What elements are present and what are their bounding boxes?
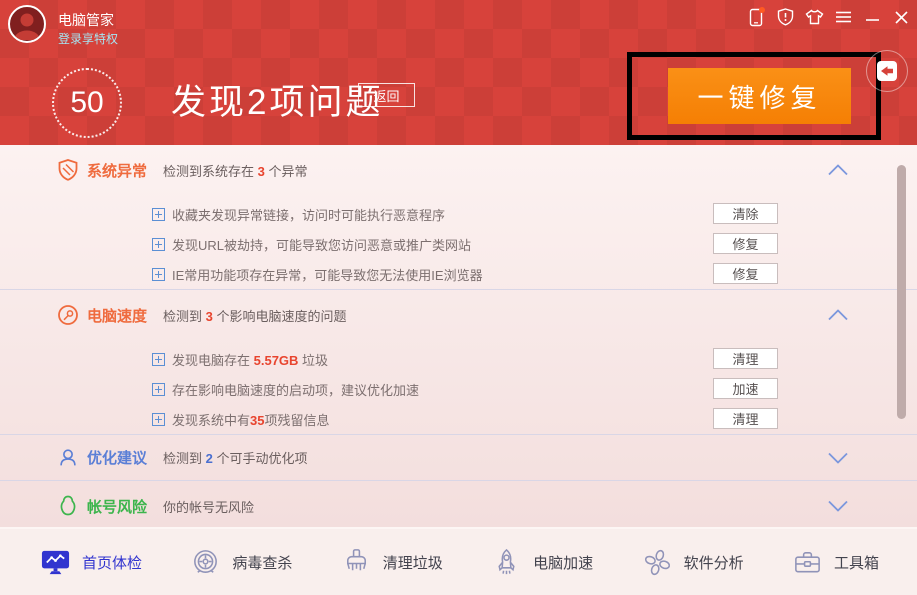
health-score: 50 [52,68,122,138]
mobile-icon[interactable] [746,7,766,27]
section-pc-speed[interactable]: 电脑速度 检测到 3 个影响电脑速度的问题 [0,290,917,340]
issue-row: 发现URL被劫持，可能导致您访问恶意或推广类网站 修复 [0,229,917,259]
row-action-button[interactable]: 修复 [713,263,778,284]
expand-plus-icon[interactable] [152,383,165,396]
issue-row: 存在影响电脑速度的启动项，建议优化加速 加速 [0,374,917,404]
section-subtitle: 检测到系统存在 3 个异常 [163,161,307,180]
nav-label: 病毒查杀 [232,552,292,573]
expand-plus-icon[interactable] [152,238,165,251]
nav-label: 清理垃圾 [383,552,443,573]
row-action-button[interactable]: 修复 [713,233,778,254]
expand-plus-icon[interactable] [152,208,165,221]
penguin-icon [57,495,79,517]
section-rows: 发现电脑存在 5.57GB 垃圾 清理 存在影响电脑速度的启动项，建议优化加速 … [0,340,917,434]
nav-item-pc-speedup[interactable]: 电脑加速 [491,547,593,578]
issue-description: 发现系统中有35项残留信息 [172,410,330,429]
row-action-button[interactable]: 清理 [713,348,778,369]
expand-plus-icon[interactable] [152,268,165,281]
menu-icon[interactable] [833,7,853,27]
section-subtitle: 检测到 3 个影响电脑速度的问题 [163,306,346,325]
hero-header: 电脑管家 登录享特权 50 发现2 [0,0,917,145]
issue-row: IE常用功能项存在异常，可能导致您无法使用IE浏览器 修复 [0,259,917,289]
exit-arrow-icon [876,60,898,82]
clean-junk-icon [341,547,372,578]
minimize-icon[interactable] [862,7,882,27]
section-rows: 收藏夹发现异常链接，访问时可能执行恶意程序 清除 发现URL被劫持，可能导致您访… [0,195,917,289]
scan-result-title: 发现2项问题 [171,74,383,125]
speed-gauge-icon [57,304,79,326]
section-title: 帐号风险 [87,496,147,517]
issue-description: 存在影响电脑速度的启动项，建议优化加速 [172,380,419,399]
row-action-button[interactable]: 加速 [713,378,778,399]
issue-row: 收藏夹发现异常链接，访问时可能执行恶意程序 清除 [0,199,917,229]
one-click-fix-button[interactable]: 一键修复 [668,68,851,124]
toolbox-icon [792,547,823,578]
nav-label: 首页体检 [82,552,142,573]
nav-item-clean-junk[interactable]: 清理垃圾 [341,547,443,578]
chevron-down-icon[interactable] [828,501,848,512]
issue-row: 发现电脑存在 5.57GB 垃圾 清理 [0,344,917,374]
nav-item-toolbox[interactable]: 工具箱 [792,547,879,578]
notification-dot-icon [759,7,765,13]
nav-label: 电脑加速 [533,552,593,573]
shield-icon[interactable] [775,7,795,27]
issue-description: 收藏夹发现异常链接，访问时可能执行恶意程序 [172,205,445,224]
chevron-down-icon[interactable] [828,452,848,463]
nav-item-virus-scan[interactable]: 病毒查杀 [190,547,292,578]
section-subtitle: 检测到 2 个可手动优化项 [163,448,307,467]
nav-label: 软件分析 [684,552,744,573]
user-silhouette-icon [10,7,44,41]
nav-item-software-analysis[interactable]: 软件分析 [642,547,744,578]
home-checkup-icon [40,547,71,578]
section-title: 系统异常 [87,160,147,181]
chevron-up-icon[interactable] [828,310,848,321]
skin-icon[interactable] [804,7,824,27]
issue-description: 发现URL被劫持，可能导致您访问恶意或推广类网站 [172,235,471,254]
issue-row: 发现系统中有35项残留信息 清理 [0,404,917,434]
pc-speedup-icon [491,547,522,578]
section-subtitle: 你的帐号无风险 [163,497,254,516]
issue-description: 发现电脑存在 5.57GB 垃圾 [172,350,328,369]
person-icon [57,447,79,469]
issues-panel: 系统异常 检测到系统存在 3 个异常 收藏夹发现异常链接，访问时可能执行恶意程序… [0,145,917,527]
login-link[interactable]: 登录享特权 [58,30,118,47]
section-account-risk[interactable]: 帐号风险 你的帐号无风险 [0,481,917,531]
virus-scan-icon [190,547,221,578]
app-title: 电脑管家 [58,10,114,30]
chevron-up-icon[interactable] [828,165,848,176]
section-system-issues[interactable]: 系统异常 检测到系统存在 3 个异常 [0,145,917,195]
expand-plus-icon[interactable] [152,413,165,426]
avatar[interactable] [8,5,46,43]
app-window: 电脑管家 登录享特权 50 发现2 [0,0,917,595]
nav-item-home-checkup[interactable]: 首页体检 [40,547,142,578]
software-analysis-icon [642,547,673,578]
shield-striped-icon [57,159,79,181]
scrollbar-thumb[interactable] [897,165,906,419]
back-button[interactable]: 返回 [358,83,415,107]
section-optimize-suggestions[interactable]: 优化建议 检测到 2 个可手动优化项 [0,435,917,480]
nav-label: 工具箱 [834,552,879,573]
expand-plus-icon[interactable] [152,353,165,366]
score-value: 50 [70,86,103,120]
row-action-button[interactable]: 清理 [713,408,778,429]
close-icon[interactable] [891,7,911,27]
issue-description: IE常用功能项存在异常，可能导致您无法使用IE浏览器 [172,265,483,284]
titlebar-icons [746,7,911,27]
exit-sidebar-button[interactable] [866,50,908,92]
row-action-button[interactable]: 清除 [713,203,778,224]
section-title: 电脑速度 [87,305,147,326]
bottom-navigation: 首页体检 病毒查杀 清理垃圾 [0,527,917,595]
section-title: 优化建议 [87,447,147,468]
